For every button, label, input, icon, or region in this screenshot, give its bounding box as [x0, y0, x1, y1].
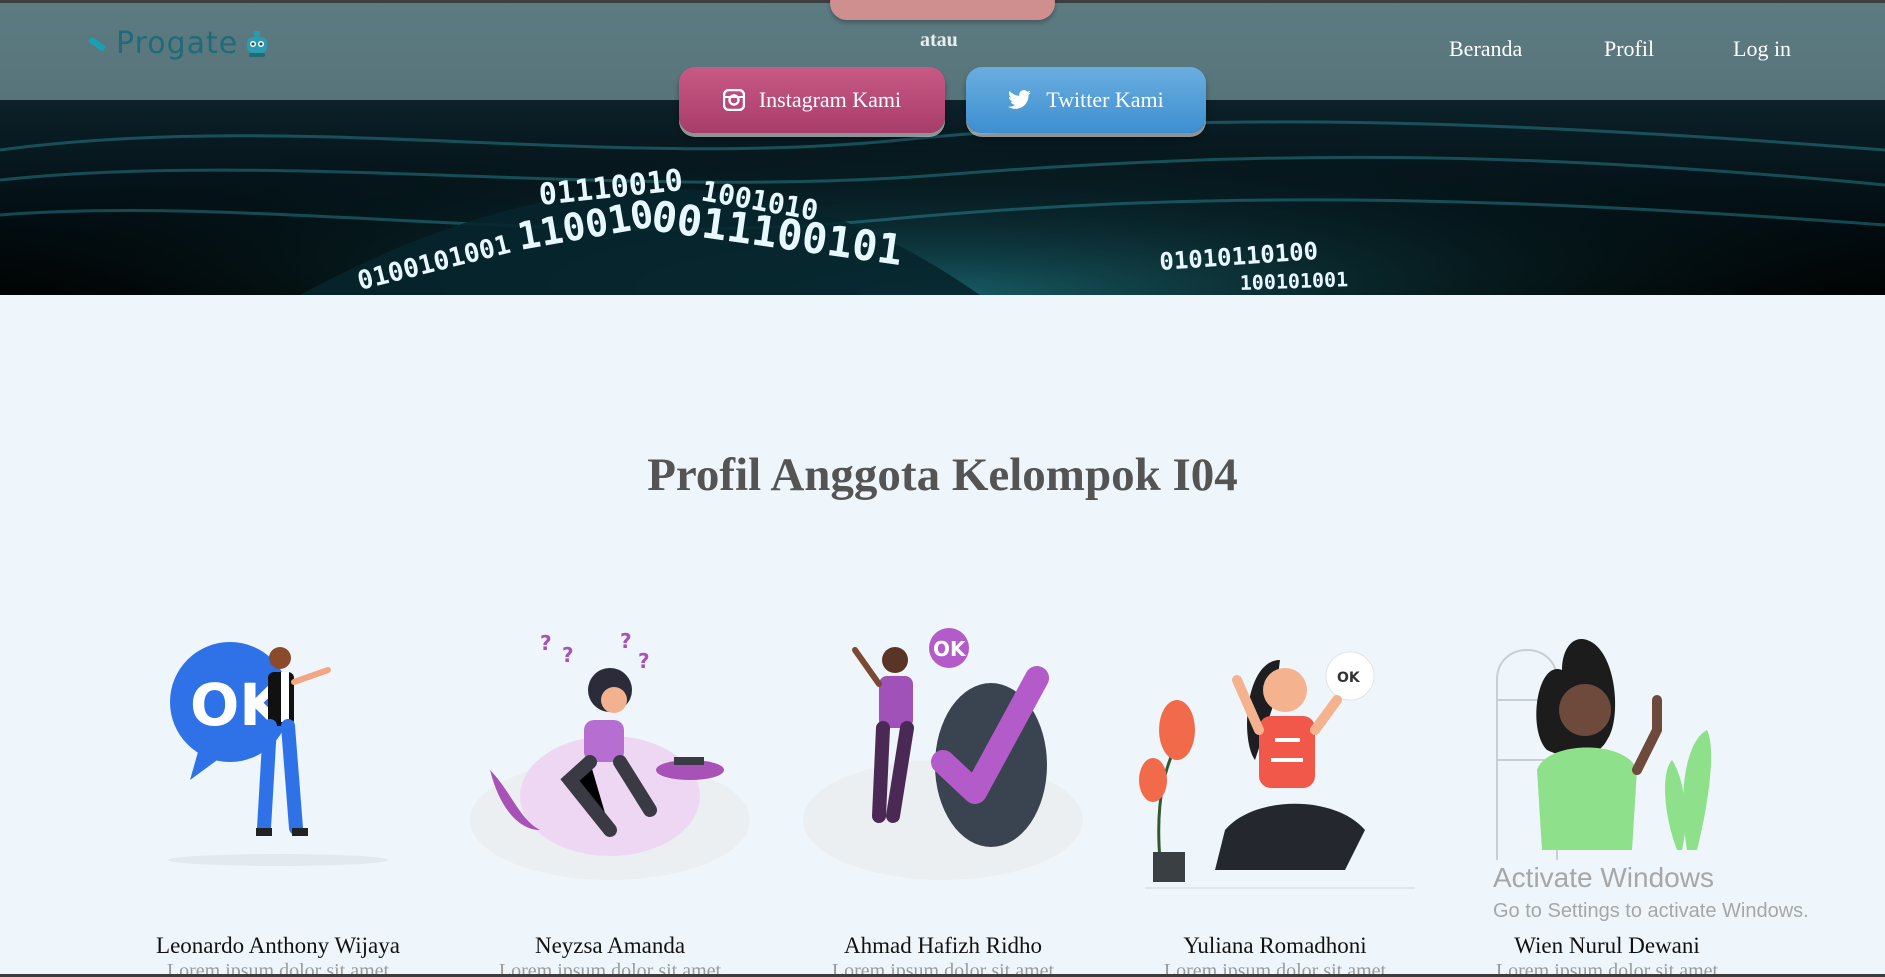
- watermark-title: Activate Windows: [1493, 862, 1714, 893]
- progate-logo-icon: [247, 30, 268, 57]
- nav-beranda[interactable]: Beranda: [1449, 36, 1522, 62]
- member-illustration-checkmark-man: OK: [803, 628, 1083, 880]
- instagram-button[interactable]: Instagram Kami: [679, 67, 945, 133]
- separator-text: atau: [920, 29, 958, 51]
- member-card: OK Yuliana Romadhoni Lorem ipsum dolor s…: [1125, 620, 1425, 974]
- partially-hidden-button[interactable]: [830, 0, 1055, 20]
- member-description: Lorem ipsum dolor sit amet: [498, 960, 722, 974]
- instagram-button-label: Instagram Kami: [758, 87, 902, 112]
- member-name: Wien Nurul Dewani: [1514, 933, 1700, 958]
- member-name: Yuliana Romadhoni: [1183, 933, 1367, 958]
- nav-login[interactable]: Log in: [1733, 36, 1791, 62]
- svg-text:?: ?: [638, 649, 650, 673]
- ok-bubble-text: OK: [933, 637, 967, 661]
- logo-text: Progate: [116, 26, 239, 61]
- nav-profil[interactable]: Profil: [1604, 36, 1654, 62]
- svg-text:?: ?: [562, 643, 574, 667]
- member-card: ???? Neyzsa Amanda Lorem ipsum dolor sit…: [460, 620, 760, 974]
- twitter-button[interactable]: Twitter Kami: [966, 67, 1206, 133]
- member-card: OK Ahmad Hafizh Ridho Lorem ipsum dolor …: [793, 620, 1093, 974]
- member-description: Lorem ipsum dolor sit amet: [166, 960, 390, 974]
- svg-text:100101001: 100101001: [1239, 267, 1348, 295]
- ok-bubble-text: OK: [1337, 670, 1361, 686]
- member-description: Lorem ipsum dolor sit amet: [1163, 960, 1387, 974]
- instagram-icon: [722, 89, 745, 111]
- member-name: Neyzsa Amanda: [534, 933, 686, 958]
- watermark-subtitle: Go to Settings to activate Windows.: [1493, 900, 1809, 922]
- twitter-icon: [1008, 90, 1032, 110]
- logo[interactable]: Progate: [87, 26, 270, 61]
- svg-text:?: ?: [540, 631, 552, 655]
- svg-text:?: ?: [620, 629, 632, 653]
- member-illustration-thinking-woman: ????: [470, 629, 750, 880]
- member-illustration-ok-man: OK: [168, 642, 388, 866]
- logo-accent-icon: [87, 35, 107, 52]
- member-name: Leonardo Anthony Wijaya: [156, 933, 400, 958]
- member-name: Ahmad Hafizh Ridho: [843, 933, 1042, 958]
- member-illustration-sitting-woman: OK: [1139, 651, 1415, 889]
- windows-activation-watermark: Activate Windows Go to Settings to activ…: [1493, 862, 1809, 923]
- member-description: Lorem ipsum dolor sit amet: [831, 960, 1055, 974]
- twitter-button-label: Twitter Kami: [1046, 87, 1164, 112]
- member-description: Lorem ipsum dolor sit amet: [1495, 960, 1719, 974]
- member-card: OK Leonardo Anthony Wijaya Lorem ipsum d…: [128, 620, 428, 974]
- page-title: Profil Anggota Kelompok I04: [647, 449, 1238, 501]
